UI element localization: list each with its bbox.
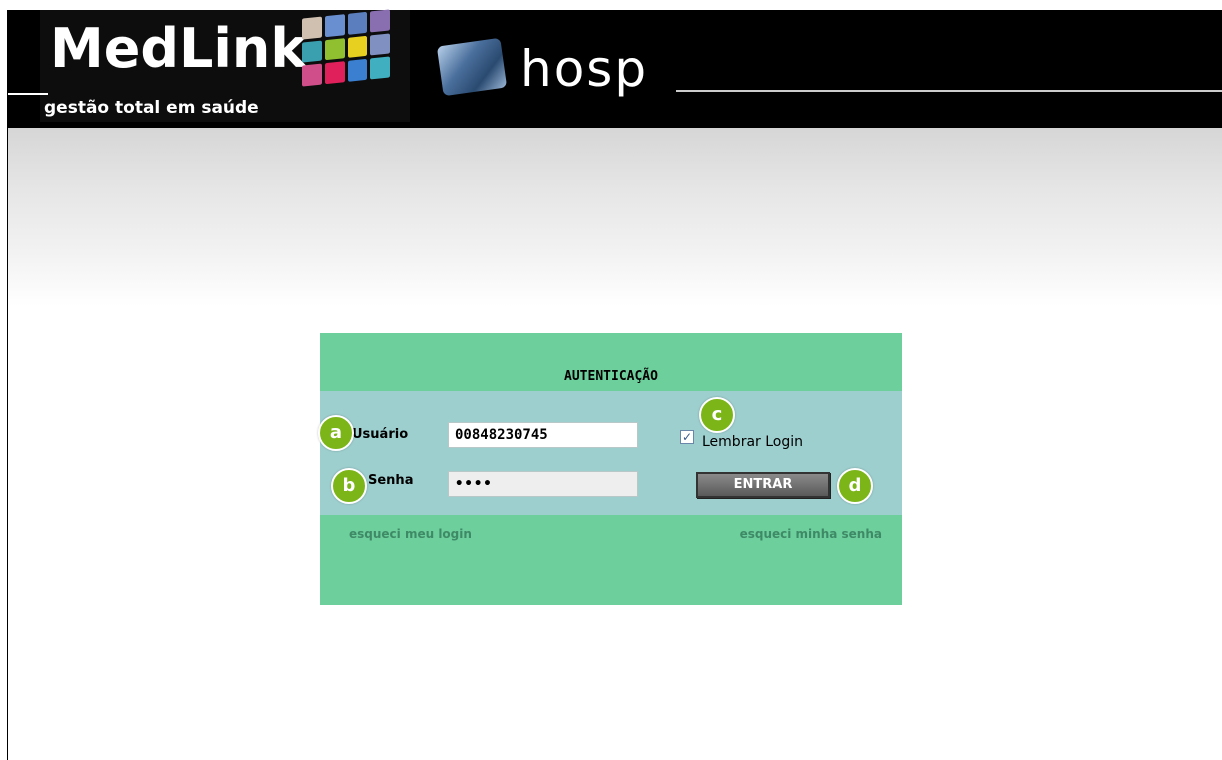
grid-tile [302, 16, 322, 40]
annotation-badge-c: c [699, 397, 735, 433]
annotation-badge-b: b [331, 468, 367, 504]
grid-tile [324, 14, 345, 37]
window-top-margin [0, 0, 1222, 10]
login-title: AUTENTICAÇÃO [564, 369, 658, 384]
annotation-badge-d: d [837, 468, 873, 504]
header-rule [676, 90, 1222, 92]
surgery-photo-icon [436, 37, 508, 97]
username-label: Usuário [352, 427, 409, 442]
login-panel: AUTENTICAÇÃO Usuário Senha •••• ✓ Lembra… [320, 333, 902, 605]
module-title: hosp [520, 40, 649, 98]
grid-tile [370, 56, 390, 80]
annotation-badge-a: a [318, 415, 354, 451]
grid-tile [302, 63, 322, 87]
logo-text: MedLink [50, 17, 307, 80]
remember-login-checkbox[interactable]: ✓ [680, 430, 694, 444]
grid-tile [324, 37, 345, 61]
grid-tile [347, 35, 368, 59]
color-grid-icon [302, 9, 390, 87]
login-panel-header: AUTENTICAÇÃO [320, 333, 902, 391]
forgot-login-link[interactable]: esqueci meu login [349, 527, 472, 541]
logo-underline [8, 93, 48, 95]
grid-tile [302, 40, 322, 63]
gradient-banner [8, 128, 1222, 306]
grid-tile [347, 59, 368, 82]
username-input[interactable] [448, 422, 638, 448]
grid-tile [370, 9, 390, 33]
medlink-logo[interactable]: MedLink gestão total em saúde [8, 9, 410, 122]
logo-tagline: gestão total em saúde [44, 98, 259, 118]
password-input[interactable]: •••• [448, 471, 638, 497]
login-submit-button[interactable]: ENTRAR [696, 472, 830, 498]
grid-tile [347, 11, 368, 35]
password-label: Senha [368, 473, 414, 488]
grid-tile [370, 33, 390, 56]
site-header: MedLink gestão total em saúde hosp [8, 9, 1222, 128]
forgot-password-link[interactable]: esqueci minha senha [740, 527, 882, 541]
grid-tile [324, 61, 345, 85]
remember-login-label[interactable]: Lembrar Login [702, 434, 803, 450]
